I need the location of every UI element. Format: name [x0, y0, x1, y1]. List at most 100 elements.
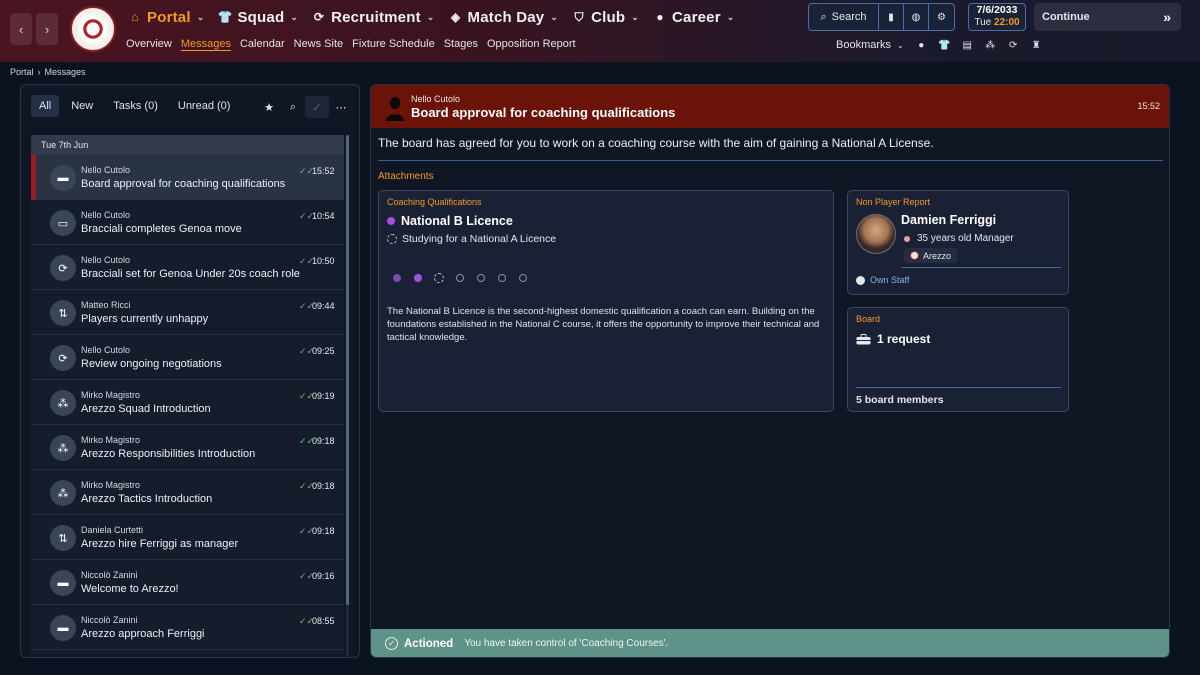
- message-row[interactable]: ▬ Niccolò Zanini Welcome to Arezzo! ✓✓ 09:16: [31, 560, 344, 605]
- row-time: 09:18: [312, 481, 335, 491]
- list-scrollbar[interactable]: [346, 135, 349, 657]
- licence-description: The National B Licence is the second-hig…: [387, 306, 820, 343]
- breadcrumb-portal[interactable]: Portal: [10, 67, 34, 77]
- more-icon[interactable]: ⋯: [329, 96, 353, 118]
- chevron-down-icon[interactable]: ⌄: [897, 41, 904, 50]
- search-label: Search: [831, 11, 867, 23]
- message-row[interactable]: ⇅ Matteo Ricci Players currently unhappy ✓✓…: [31, 290, 344, 335]
- row-time: 09:19: [312, 391, 335, 401]
- message-row[interactable]: ⟳ Nello Cutolo Bracciali set for Genoa Und…: [31, 245, 344, 290]
- row-sender: Niccolò Zanini: [81, 615, 138, 625]
- chevron-down-icon: ⌄: [726, 11, 735, 22]
- nav-career[interactable]: ● Career ⌄: [653, 9, 734, 26]
- game-date[interactable]: 7/6/2033 Tue 22:00: [968, 3, 1026, 31]
- filter-all[interactable]: All: [31, 95, 60, 117]
- attachments-label: Attachments: [378, 171, 434, 182]
- message-row[interactable]: ▬ Niccolò Zanini Arezzo approach Ferriggi ✓…: [31, 605, 344, 650]
- board-members: 5 board members: [856, 394, 944, 406]
- back-button[interactable]: ‹: [10, 13, 32, 45]
- message-time: 15:52: [1137, 101, 1160, 111]
- filter-new[interactable]: New: [63, 95, 101, 117]
- trophy-icon[interactable]: ♜: [1025, 40, 1048, 51]
- qualification-progress: [393, 273, 540, 283]
- non-player-report-card[interactable]: Non Player Report Damien Ferriggi 35 yea…: [847, 190, 1069, 295]
- message-row[interactable]: ⁂ Mirko Magistro Arezzo Tactics Introducti…: [31, 470, 344, 515]
- subnav-messages[interactable]: Messages: [180, 38, 231, 51]
- tactics-icon[interactable]: ⁂: [979, 40, 1002, 51]
- row-subject: Board approval for coaching qualificatio…: [81, 178, 286, 190]
- search-icon[interactable]: ⌕: [281, 96, 305, 118]
- refresh-icon[interactable]: ⟳: [1002, 40, 1025, 51]
- search-button[interactable]: ⌕ Search: [809, 4, 879, 30]
- nav-match-day[interactable]: ◈ Match Day ⌄: [449, 9, 559, 26]
- message-row[interactable]: ⇅ Daniela Curtetti Arezzo hire Ferriggi as…: [31, 515, 344, 560]
- chat-icon[interactable]: ●: [910, 40, 933, 51]
- top-bar: ‹ › ⌂ Portal ⌄ 👕 Squad ⌄ ⟳ Recruitment ⌄…: [0, 0, 1200, 62]
- message-body: The board has agreed for you to work on …: [378, 136, 934, 150]
- briefcase-icon: ▬: [50, 615, 76, 641]
- actioned-label: Actioned: [404, 637, 454, 650]
- subnav-opposition-report[interactable]: Opposition Report: [487, 38, 576, 51]
- message-row[interactable]: ⁂ Mirko Magistro Arezzo Responsibilities I…: [31, 425, 344, 470]
- row-subject: Arezzo Responsibilities Introduction: [81, 448, 256, 460]
- licence-dot-icon: [387, 217, 395, 225]
- licence-status: Studying for a National A Licence: [402, 233, 557, 245]
- nav-portal[interactable]: ⌂ Portal ⌄: [128, 9, 204, 26]
- coaching-qualifications-card[interactable]: Coaching Qualifications National B Licen…: [378, 190, 834, 412]
- shirt-icon[interactable]: 👕: [933, 40, 956, 51]
- row-time: 09:18: [312, 526, 335, 536]
- board-card[interactable]: Board 1 request 5 board members: [847, 307, 1069, 412]
- row-subject: Players currently unhappy: [81, 313, 209, 325]
- subnav-news-site[interactable]: News Site: [294, 38, 344, 51]
- divider: [901, 267, 1061, 268]
- message-row[interactable]: ⟳ Nello Cutolo Review ongoing negotiations…: [31, 335, 344, 380]
- nav-club[interactable]: ⛉ Club ⌄: [572, 9, 639, 26]
- list-actions: ★ ⌕ ✓ ⋯: [257, 96, 353, 118]
- nav-portal-label: Portal: [147, 8, 191, 26]
- continue-label: Continue: [1042, 11, 1090, 23]
- nav-squad[interactable]: 👕 Squad ⌄: [218, 9, 298, 26]
- scrollbar-thumb[interactable]: [346, 135, 349, 605]
- continue-button[interactable]: Continue »: [1034, 3, 1181, 31]
- matchday-icon: ◈: [450, 10, 461, 24]
- progress-step: [393, 274, 401, 282]
- subnav-stages[interactable]: Stages: [444, 38, 478, 51]
- filter-unread[interactable]: Unread (0): [170, 95, 239, 117]
- message-row[interactable]: ▭ Nello Cutolo Bracciali completes Genoa m…: [31, 200, 344, 245]
- group-icon: ⁂: [50, 390, 76, 416]
- briefcase-icon: [856, 333, 871, 344]
- back-arrow-icon: ‹: [18, 21, 24, 37]
- message-row[interactable]: ⁂ Mirko Magistro Arezzo Squad Introduction…: [31, 380, 344, 425]
- row-sender: Mirko Magistro: [81, 435, 141, 445]
- bookmark-button[interactable]: ▮: [879, 4, 904, 30]
- forward-button[interactable]: ›: [36, 13, 58, 45]
- bookmarks-label[interactable]: Bookmarks: [836, 39, 891, 51]
- nav-recruitment[interactable]: ⟳ Recruitment ⌄: [312, 9, 434, 26]
- document-icon[interactable]: ▤: [956, 40, 979, 51]
- message-detail-panel: Nello Cutolo Board approval for coaching…: [370, 84, 1170, 658]
- message-sender[interactable]: Nello Cutolo: [411, 94, 460, 104]
- star-icon[interactable]: ★: [257, 96, 281, 118]
- row-subject: Arezzo Tactics Introduction: [81, 493, 213, 505]
- row-subject: Bracciali set for Genoa Under 20s coach …: [81, 268, 300, 280]
- message-list: Tue 7th Jun ▬ Nello Cutolo Board approval …: [31, 135, 344, 657]
- home-icon: ⌂: [131, 10, 139, 24]
- globe-button[interactable]: ◍: [904, 4, 929, 30]
- nav-recruitment-label: Recruitment: [331, 8, 421, 26]
- staff-name[interactable]: Damien Ferriggi: [901, 213, 996, 227]
- main-nav: ⌂ Portal ⌄ 👕 Squad ⌄ ⟳ Recruitment ⌄ ◈ M…: [128, 6, 748, 28]
- subnav-fixture-schedule[interactable]: Fixture Schedule: [352, 38, 435, 51]
- subnav-calendar[interactable]: Calendar: [240, 38, 285, 51]
- progress-step: [456, 274, 464, 282]
- message-row[interactable]: ▬ Nello Cutolo Board approval for coaching…: [31, 155, 344, 200]
- club-badge[interactable]: Arezzo: [904, 248, 958, 263]
- licence-name: National B Licence: [401, 214, 513, 228]
- row-time: 08:55: [312, 616, 335, 626]
- mark-read-icon[interactable]: ✓: [305, 96, 329, 118]
- progress-step: [477, 274, 485, 282]
- settings-button[interactable]: ⚙: [929, 4, 954, 30]
- card-title: Non Player Report: [856, 197, 931, 207]
- subnav-overview[interactable]: Overview: [126, 38, 172, 51]
- club-crest[interactable]: [70, 6, 116, 52]
- filter-tasks[interactable]: Tasks (0): [105, 95, 166, 117]
